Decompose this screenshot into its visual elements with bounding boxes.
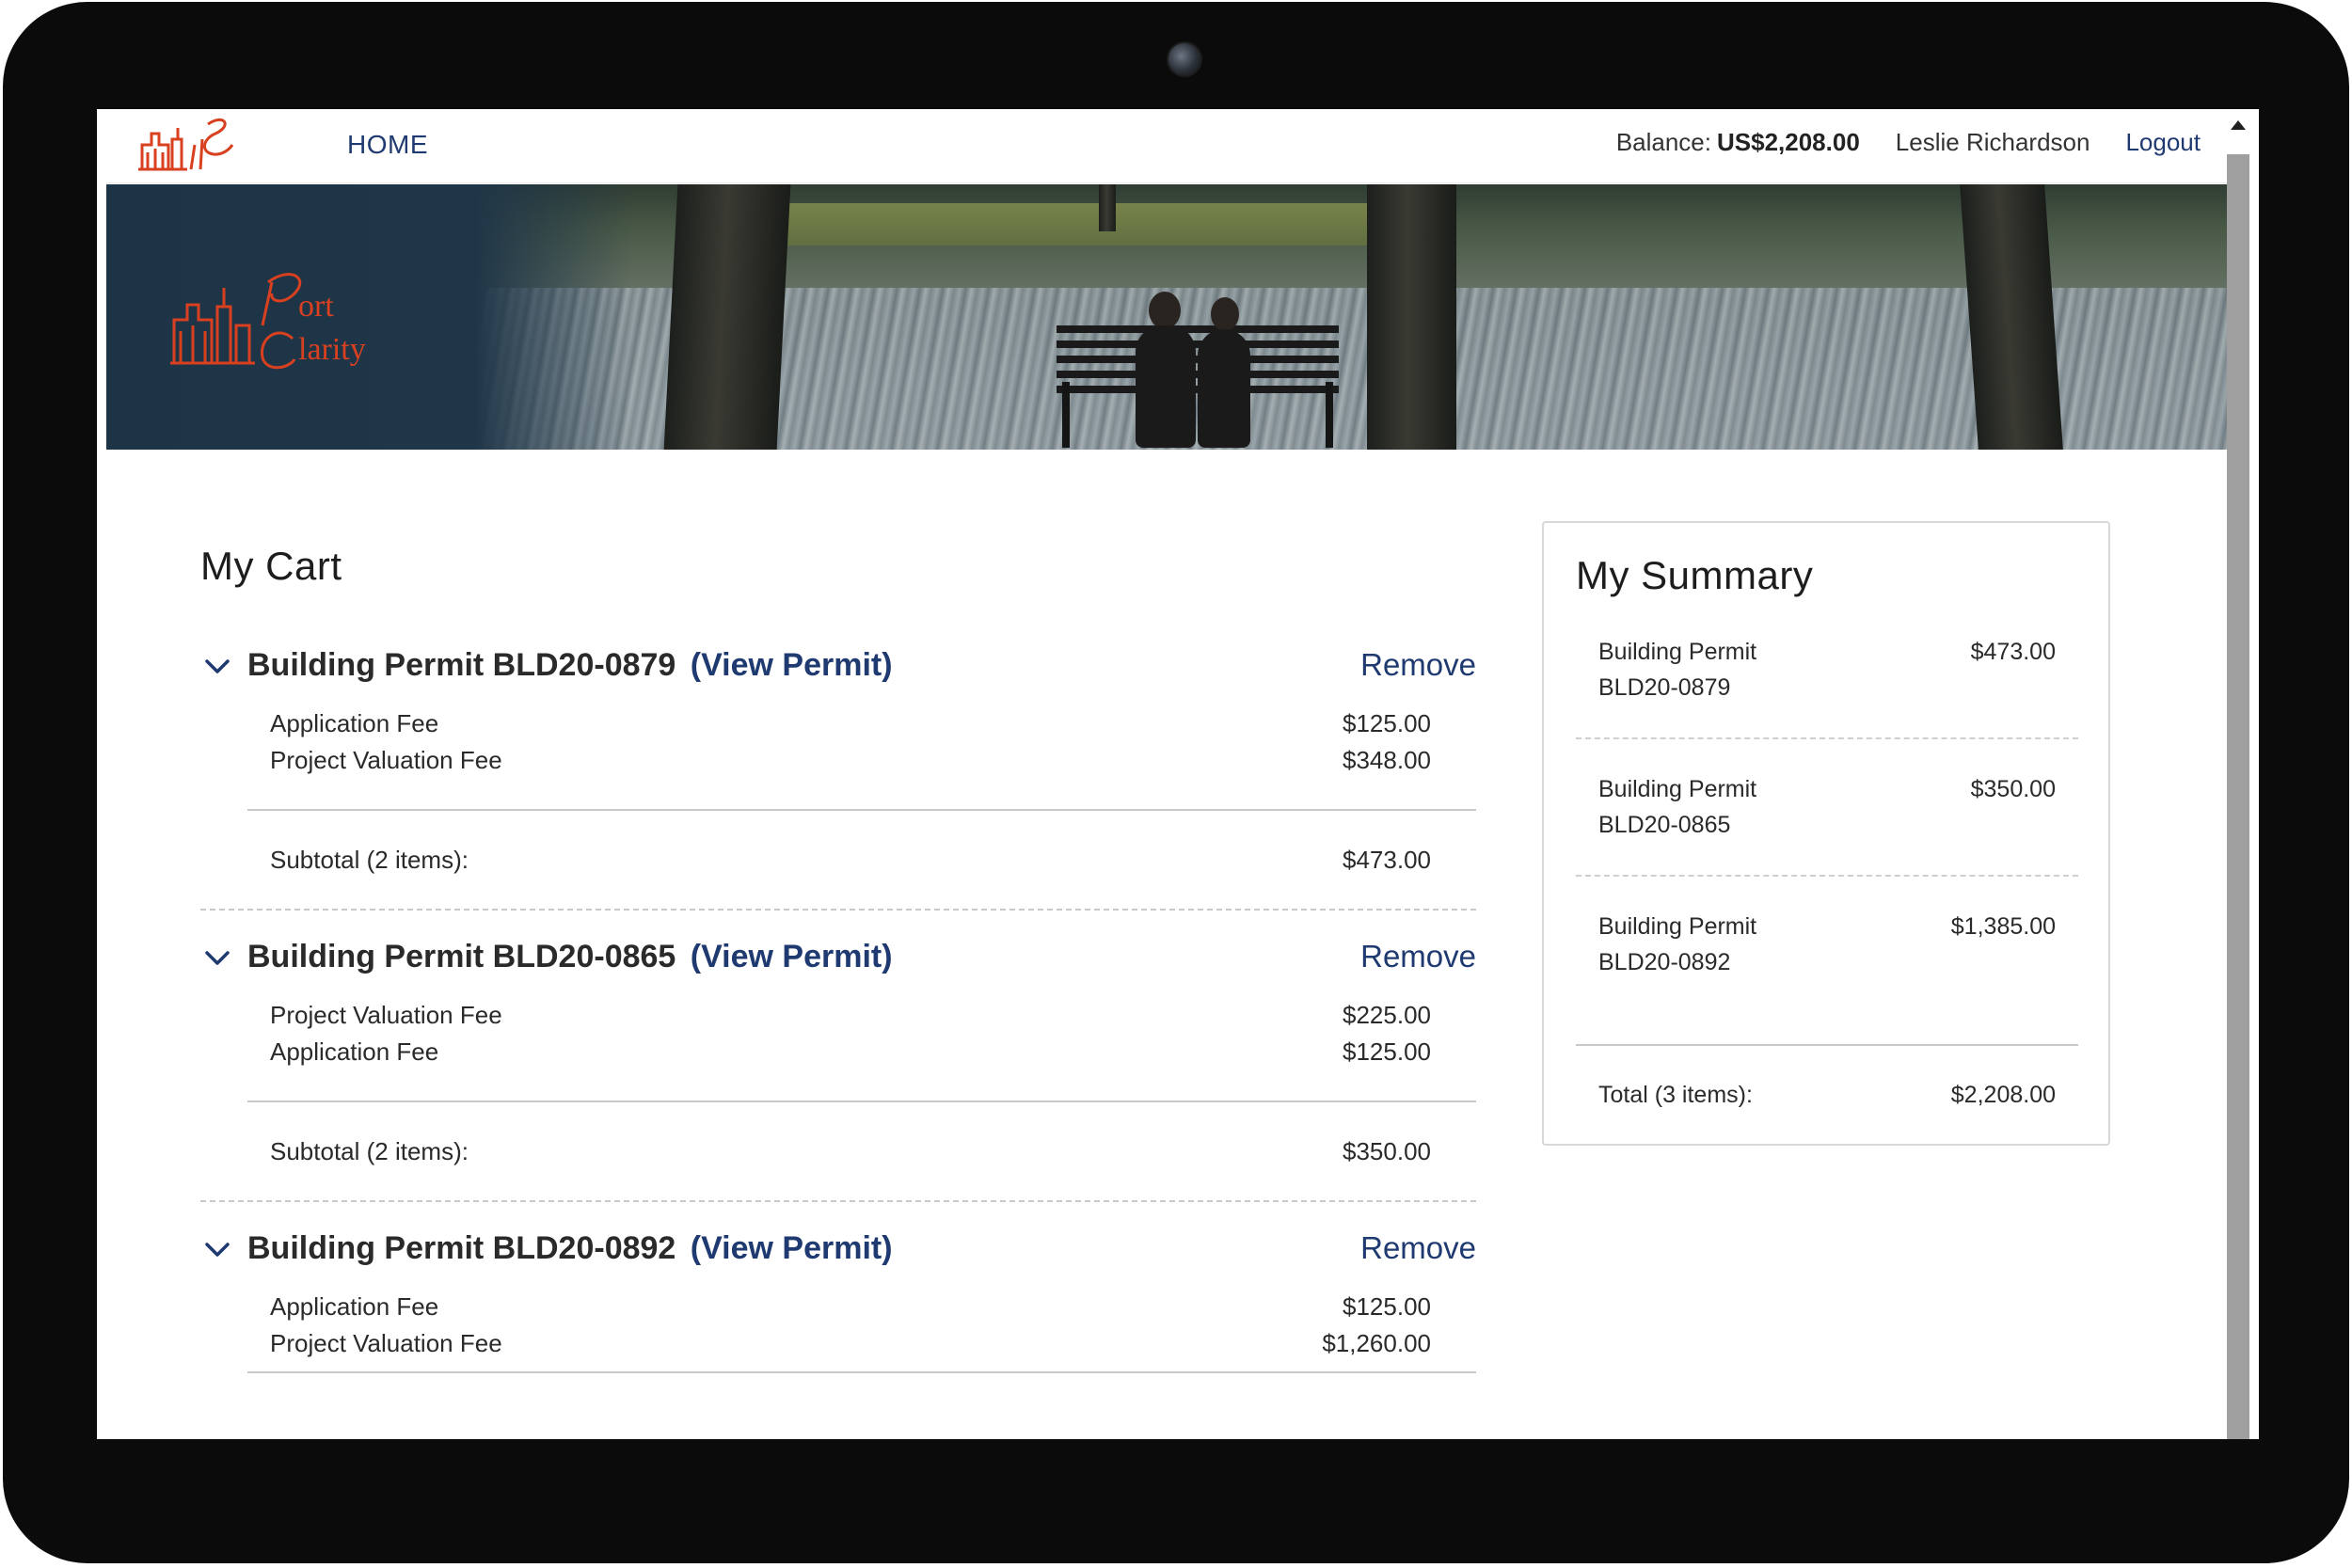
subtotal-amount: $473.00: [1343, 846, 1431, 874]
subtotal-amount: $350.00: [1343, 1137, 1431, 1165]
remove-button[interactable]: Remove: [1360, 1230, 1476, 1266]
svg-text:ort: ort: [298, 289, 334, 324]
tree-trunk: [1367, 184, 1456, 450]
permit-title: Building Permit BLD20-0879 (View Permit): [247, 647, 893, 684]
permit-header: Building Permit BLD20-0865 (View Permit)…: [200, 939, 1476, 980]
summary-item-id: BLD20-0865: [1598, 812, 1731, 838]
device-mockup: HOME Balance: US$2,208.00 Leslie Richards…: [0, 0, 2352, 1568]
divider: [247, 1371, 1476, 1373]
summary-divider: [1576, 1044, 2078, 1046]
remove-button[interactable]: Remove: [1360, 939, 1476, 974]
nav-right-group: Balance: US$2,208.00 Leslie Richardson Lo…: [1616, 128, 2201, 157]
fee-row: Application Fee $125.00: [270, 1037, 1431, 1069]
remove-button[interactable]: Remove: [1360, 647, 1476, 683]
section-separator: [200, 909, 1476, 911]
fee-row: Application Fee $125.00: [270, 1292, 1431, 1324]
fee-row: Project Valuation Fee $1,260.00: [270, 1329, 1431, 1361]
nav-home-link[interactable]: HOME: [347, 130, 428, 160]
view-permit-link[interactable]: (View Permit): [691, 939, 893, 974]
summary-item-type: Building Permit: [1598, 913, 1757, 940]
camera-icon: [1167, 41, 1202, 77]
user-name[interactable]: Leslie Richardson: [1896, 128, 2090, 157]
fee-amount: $348.00: [1343, 746, 1431, 774]
main-content: My Cart Building Permit BLD20-0879 (View…: [106, 450, 2227, 1439]
fee-row: Project Valuation Fee $225.00: [270, 1001, 1431, 1033]
summary-item-type: Building Permit: [1598, 639, 1757, 665]
tablet-frame: HOME Balance: US$2,208.00 Leslie Richards…: [3, 2, 2349, 1563]
hero-banner: ort larity: [106, 184, 2227, 450]
permit-title: Building Permit BLD20-0892 (View Permit): [247, 1230, 893, 1267]
chevron-down-icon[interactable]: [204, 944, 230, 971]
fee-label: Application Fee: [270, 1292, 439, 1321]
summary-item-name: Building Permit BLD20-0865: [1598, 771, 1843, 843]
view-permit-link[interactable]: (View Permit): [691, 1230, 893, 1266]
fee-amount: $125.00: [1343, 1037, 1431, 1066]
arrow-up-icon[interactable]: [2231, 120, 2246, 130]
lamp-post: [1099, 184, 1116, 231]
summary-item-id: BLD20-0892: [1598, 949, 1731, 975]
summary-item-amount: $1,385.00: [1950, 913, 2056, 940]
top-navigation: HOME Balance: US$2,208.00 Leslie Richards…: [106, 109, 2227, 183]
cart-title: My Cart: [200, 544, 342, 588]
summary-item-id: BLD20-0879: [1598, 674, 1731, 701]
fee-label: Project Valuation Fee: [270, 746, 502, 774]
chevron-down-icon[interactable]: [204, 653, 230, 679]
subtotal-label: Subtotal (2 items):: [270, 1137, 469, 1165]
fee-row: Application Fee $125.00: [270, 709, 1431, 741]
fee-label: Application Fee: [270, 1037, 439, 1066]
summary-item-type: Building Permit: [1598, 776, 1757, 802]
fee-amount: $1,260.00: [1322, 1329, 1431, 1357]
summary-item-name: Building Permit BLD20-0879: [1598, 634, 1843, 705]
balance-display: Balance: US$2,208.00: [1616, 128, 1860, 157]
brand-logo-small[interactable]: [135, 111, 238, 175]
fee-label: Application Fee: [270, 709, 439, 737]
balance-value: US$2,208.00: [1717, 128, 1860, 156]
fee-label: Project Valuation Fee: [270, 1001, 502, 1029]
permit-name: Building Permit BLD20-0892: [247, 1230, 676, 1266]
subtotal-row: Subtotal (2 items): $350.00: [270, 1137, 1431, 1169]
total-label: Total (3 items):: [1598, 1082, 1753, 1108]
tree-trunk: [663, 184, 791, 450]
browser-screen: HOME Balance: US$2,208.00 Leslie Richards…: [97, 109, 2259, 1439]
fee-label: Project Valuation Fee: [270, 1329, 502, 1357]
chevron-down-icon[interactable]: [204, 1236, 230, 1262]
permit-header: Building Permit BLD20-0892 (View Permit)…: [200, 1230, 1476, 1272]
summary-separator: [1576, 737, 2078, 739]
subtotal-label: Subtotal (2 items):: [270, 846, 469, 874]
summary-item-name: Building Permit BLD20-0892: [1598, 909, 1843, 980]
fee-amount: $125.00: [1343, 1292, 1431, 1321]
summary-item-amount: $473.00: [1970, 639, 2056, 665]
svg-text:larity: larity: [298, 332, 366, 367]
summary-panel: My Summary Building Permit BLD20-0879 $4…: [1542, 521, 2110, 1146]
brand-logo-banner[interactable]: ort larity: [168, 260, 413, 372]
total-amount: $2,208.00: [1950, 1082, 2056, 1108]
permit-header: Building Permit BLD20-0879 (View Permit)…: [200, 647, 1476, 689]
scrollbar-cap: [2227, 109, 2249, 154]
divider: [247, 1101, 1476, 1102]
fee-amount: $125.00: [1343, 709, 1431, 737]
permit-name: Building Permit BLD20-0865: [247, 939, 676, 974]
vertical-scrollbar[interactable]: [2227, 109, 2249, 1439]
banner-background-grass: [765, 203, 1423, 245]
web-page: HOME Balance: US$2,208.00 Leslie Richards…: [106, 109, 2227, 1439]
divider: [247, 809, 1476, 811]
view-permit-link[interactable]: (View Permit): [691, 647, 893, 683]
summary-title: My Summary: [1576, 553, 1814, 597]
fee-row: Project Valuation Fee $348.00: [270, 746, 1431, 778]
permit-name: Building Permit BLD20-0879: [247, 647, 676, 683]
park-bench: [1057, 292, 1339, 448]
permit-title: Building Permit BLD20-0865 (View Permit): [247, 939, 893, 975]
summary-separator: [1576, 875, 2078, 877]
subtotal-row: Subtotal (2 items): $473.00: [270, 846, 1431, 878]
fee-amount: $225.00: [1343, 1001, 1431, 1029]
section-separator: [200, 1200, 1476, 1202]
summary-item-amount: $350.00: [1970, 776, 2056, 802]
balance-label: Balance:: [1615, 128, 1711, 156]
logout-link[interactable]: Logout: [2125, 128, 2201, 157]
